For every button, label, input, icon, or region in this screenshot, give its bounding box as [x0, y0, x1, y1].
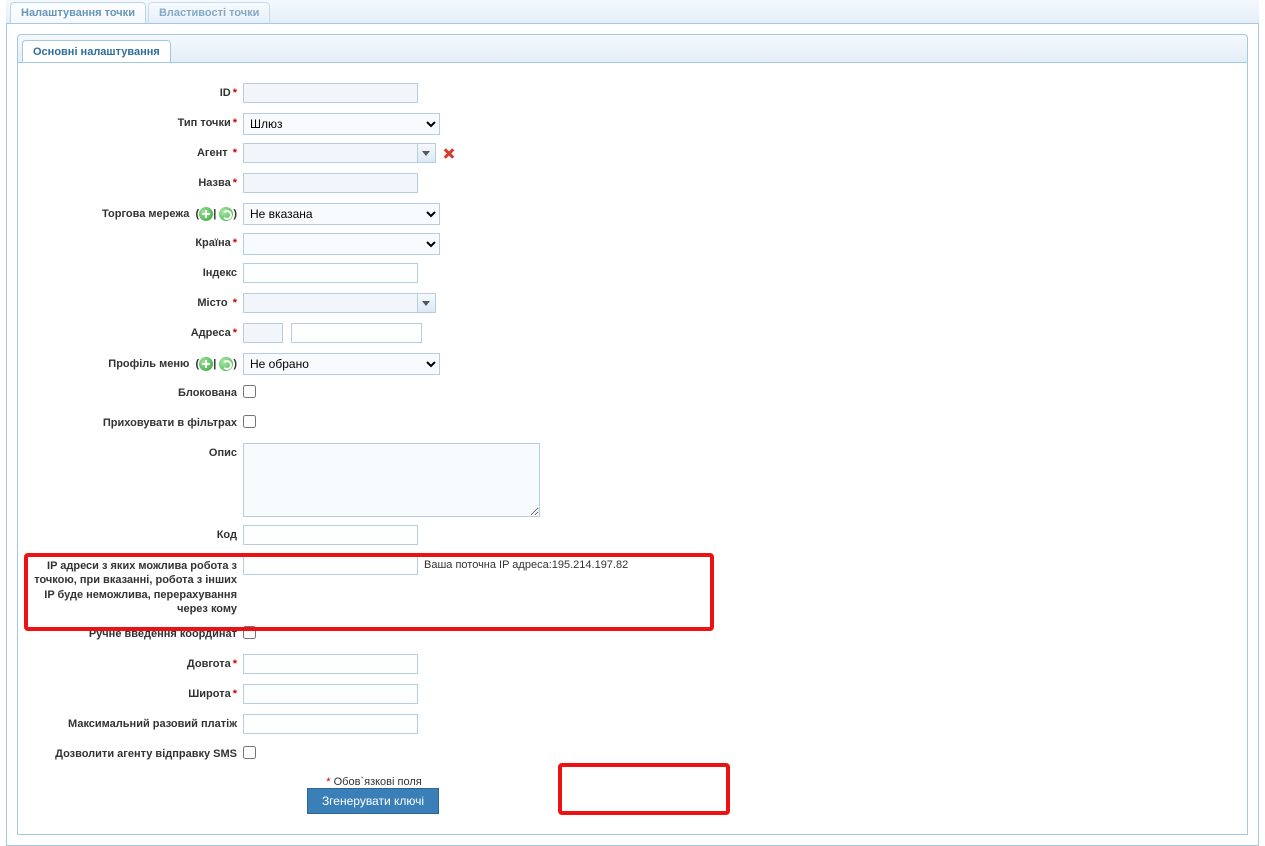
label-address: Адреса* — [28, 323, 243, 339]
label-code: Код — [28, 525, 243, 541]
label-allow-agent-sms: Дозволити агенту відправку SMS — [28, 744, 243, 760]
label-index: Індекс — [28, 263, 243, 279]
label-agent: Агент * — [28, 143, 243, 159]
country-select[interactable] — [243, 233, 440, 255]
agent-dropdown-btn[interactable] — [418, 143, 436, 163]
form-panel: ID* Тип точки* Шлюз — [17, 62, 1248, 835]
menu-profile-select[interactable]: Не обрано — [243, 353, 440, 375]
address-prefix-field[interactable] — [243, 323, 283, 343]
current-ip-note: Ваша поточна IP адреса:195.214.197.82 — [424, 559, 628, 571]
allow-agent-sms-checkbox[interactable] — [243, 746, 256, 759]
point-type-select[interactable]: Шлюз — [243, 113, 440, 135]
outer-panel: Основні налаштування ID* Тип точки* — [6, 24, 1259, 846]
name-field[interactable] — [243, 173, 418, 193]
latitude-field[interactable] — [243, 684, 418, 704]
address-field[interactable] — [291, 323, 422, 343]
ip-addresses-field[interactable] — [243, 555, 418, 575]
trade-network-select[interactable]: Не вказана — [243, 203, 440, 225]
inner-tabs: Основні налаштування — [17, 34, 1248, 62]
label-manual-coords: Ручне введення координат — [28, 624, 243, 640]
label-max-single-payment: Максимальний разовий платіж — [28, 714, 243, 730]
label-trade-network: Торгова мережа (| ) — [28, 203, 243, 221]
add-trade-network-icon[interactable] — [199, 207, 213, 221]
description-textarea[interactable] — [243, 443, 540, 517]
code-field[interactable] — [243, 525, 418, 545]
label-description: Опис — [28, 443, 243, 459]
add-menu-profile-icon[interactable] — [199, 357, 213, 371]
label-latitude: Широта* — [28, 684, 243, 700]
label-menu-profile: Профіль меню (| ) — [28, 353, 243, 371]
agent-combo[interactable] — [243, 143, 418, 163]
refresh-trade-network-icon[interactable] — [219, 207, 233, 221]
city-combo[interactable] — [243, 293, 418, 313]
max-single-payment-field[interactable] — [243, 714, 418, 734]
label-point-type: Тип точки* — [28, 113, 243, 129]
label-city: Місто * — [28, 293, 243, 309]
manual-coords-checkbox[interactable] — [243, 626, 256, 639]
generate-keys-button[interactable]: Згенерувати ключі — [307, 788, 439, 814]
label-name: Назва* — [28, 173, 243, 189]
label-blocked: Блокована — [28, 383, 243, 399]
clear-agent-icon[interactable] — [442, 146, 456, 160]
city-dropdown-btn[interactable] — [418, 293, 436, 313]
ip-addresses-row: IP адреси з яких можлива робота з точкою… — [28, 555, 1237, 616]
required-note: * Обов`язкові поля — [28, 776, 718, 788]
label-country: Країна* — [28, 233, 243, 249]
label-id: ID* — [28, 83, 243, 99]
tab-point-settings[interactable]: Налаштування точки — [10, 2, 146, 23]
form-footer: * Обов`язкові поля Згенерувати ключі — [28, 776, 718, 814]
longitude-field[interactable] — [243, 654, 418, 674]
blocked-checkbox[interactable] — [243, 385, 256, 398]
index-field[interactable] — [243, 263, 418, 283]
hide-in-filters-checkbox[interactable] — [243, 415, 256, 428]
id-field[interactable] — [243, 83, 418, 103]
tab-main-settings[interactable]: Основні налаштування — [22, 40, 171, 64]
tab-point-props[interactable]: Властивості точки — [148, 2, 270, 23]
label-ip-addresses: IP адреси з яких можлива робота з точкою… — [28, 555, 243, 616]
label-hide-in-filters: Приховувати в фільтрах — [28, 413, 243, 429]
top-tabs: Налаштування точки Властивості точки — [6, 0, 1259, 24]
refresh-menu-profile-icon[interactable] — [219, 357, 233, 371]
label-longitude: Довгота* — [28, 654, 243, 670]
